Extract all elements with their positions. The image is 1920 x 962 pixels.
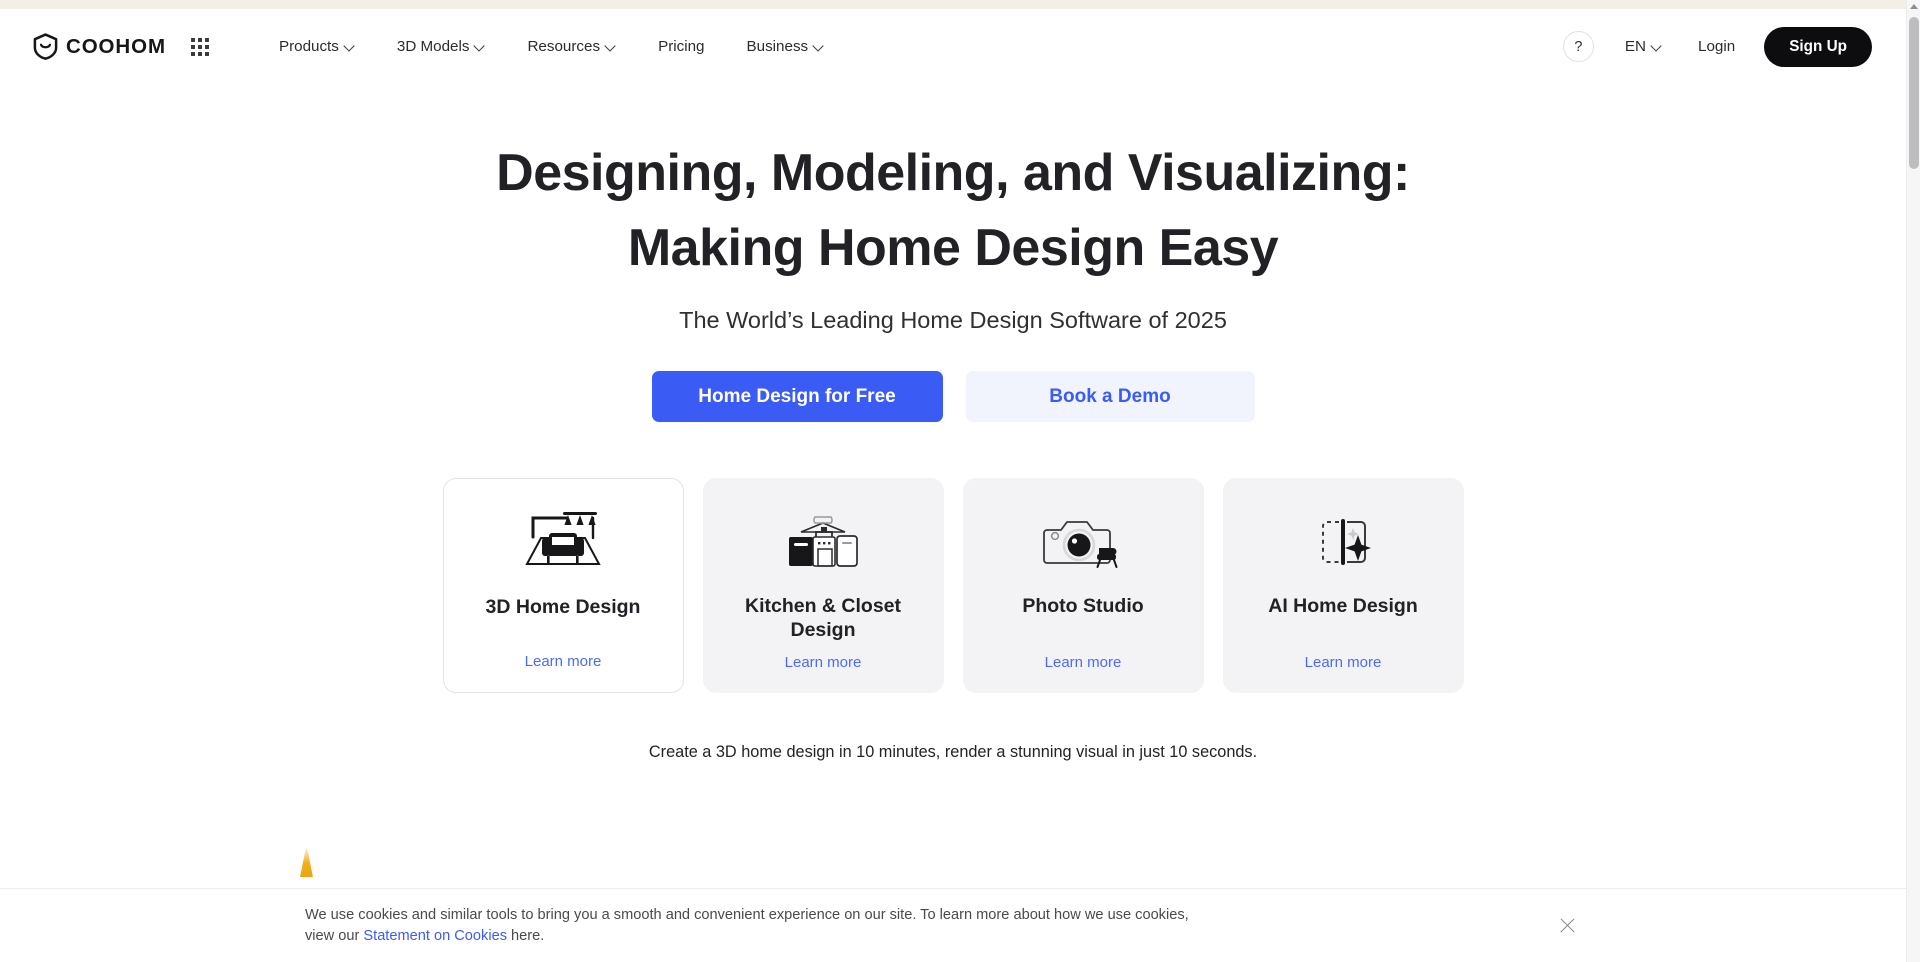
- apps-grid-icon[interactable]: [190, 37, 209, 56]
- cookie-text-after: here.: [507, 927, 545, 944]
- chevron-down-icon: [606, 41, 616, 51]
- site-header: COOHOM Products 3D Models Resources Pric…: [0, 9, 1906, 84]
- feature-card-3d-home-design[interactable]: 3D Home Design Learn more: [442, 478, 684, 693]
- nav-item-pricing[interactable]: Pricing: [637, 30, 725, 63]
- apps-dot: [190, 37, 195, 42]
- kitchen-cabinet-icon: [771, 504, 875, 580]
- logo-wordmark: COOHOM: [66, 34, 166, 58]
- scroll-up-arrow-icon[interactable]: [1910, 4, 1918, 9]
- cookie-banner-text: We use cookies and similar tools to brin…: [305, 905, 1205, 947]
- hero-subtitle: The World’s Leading Home Design Software…: [679, 307, 1227, 333]
- statement-on-cookies-link[interactable]: Statement on Cookies: [363, 928, 507, 944]
- book-a-demo-button[interactable]: Book a Demo: [965, 371, 1255, 422]
- home-design-for-free-button[interactable]: Home Design for Free: [651, 371, 943, 422]
- apps-dot: [197, 51, 202, 56]
- learn-more-link[interactable]: Learn more: [1305, 654, 1382, 671]
- header-actions: ? EN Login Sign Up: [1562, 26, 1906, 67]
- chevron-down-icon: [1652, 41, 1662, 51]
- hero-tagline: Create a 3D home design in 10 minutes, r…: [648, 743, 1258, 761]
- chevron-down-icon: [475, 41, 485, 51]
- apps-dot: [204, 51, 209, 56]
- card-title: AI Home Design: [1268, 595, 1418, 617]
- apps-dot: [204, 44, 209, 49]
- decorative-spike: [300, 845, 313, 877]
- nav-label: Business: [746, 38, 809, 55]
- page-title: Designing, Modeling, and Visualizing: Ma…: [496, 144, 1410, 277]
- card-title: 3D Home Design: [485, 596, 641, 618]
- feature-card-row: 3D Home Design Learn more Kitchen & Clos…: [0, 478, 1906, 693]
- nav-item-3d-models[interactable]: 3D Models: [376, 30, 507, 63]
- card-title: Photo Studio: [1022, 595, 1144, 617]
- learn-more-link[interactable]: Learn more: [785, 654, 862, 671]
- help-button[interactable]: ?: [1562, 31, 1594, 62]
- nav-label: Pricing: [658, 38, 705, 55]
- feature-card-ai-home-design[interactable]: AI Home Design Learn more: [1222, 478, 1464, 693]
- chevron-down-icon: [814, 41, 824, 51]
- apps-dot: [197, 37, 202, 42]
- main-navigation: Products 3D Models Resources Pricing Bus…: [258, 30, 845, 63]
- nav-item-resources[interactable]: Resources: [506, 30, 637, 63]
- feature-card-photo-studio[interactable]: Photo Studio Learn more: [962, 478, 1204, 693]
- language-label: EN: [1624, 38, 1647, 55]
- sign-up-button[interactable]: Sign Up: [1764, 26, 1872, 67]
- top-accent-strip: [0, 0, 1920, 9]
- close-icon[interactable]: [1557, 915, 1579, 937]
- room-sofa-icon: [511, 505, 615, 581]
- learn-more-link[interactable]: Learn more: [1045, 654, 1122, 671]
- nav-item-products[interactable]: Products: [258, 30, 376, 63]
- chevron-down-icon: [345, 41, 355, 51]
- hero-section: Designing, Modeling, and Visualizing: Ma…: [0, 84, 1906, 762]
- apps-dot: [190, 51, 195, 56]
- login-link[interactable]: Login: [1698, 38, 1735, 55]
- apps-dot: [204, 37, 209, 42]
- learn-more-link[interactable]: Learn more: [525, 653, 602, 670]
- apps-dot: [190, 44, 195, 49]
- scrollbar-thumb[interactable]: [1909, 17, 1919, 169]
- card-title: Kitchen & Closet Design: [744, 595, 902, 641]
- language-selector[interactable]: EN: [1625, 38, 1662, 55]
- camera-armchair-icon: [1031, 504, 1135, 580]
- shield-smile-logo-icon: [33, 33, 58, 60]
- cta-button-row: Home Design for Free Book a Demo: [0, 371, 1906, 422]
- nav-item-business[interactable]: Business: [726, 30, 846, 63]
- page-scrollbar[interactable]: [1906, 0, 1920, 962]
- cookie-consent-banner: We use cookies and similar tools to brin…: [0, 888, 1906, 962]
- coohom-logo[interactable]: COOHOM: [32, 33, 166, 60]
- ai-sparkle-panel-icon: [1291, 504, 1395, 580]
- nav-label: Products: [278, 38, 339, 55]
- nav-label: Resources: [527, 38, 601, 55]
- nav-label: 3D Models: [396, 38, 470, 55]
- feature-card-kitchen-closet-design[interactable]: Kitchen & Closet Design Learn more: [702, 478, 944, 693]
- apps-dot: [197, 44, 202, 49]
